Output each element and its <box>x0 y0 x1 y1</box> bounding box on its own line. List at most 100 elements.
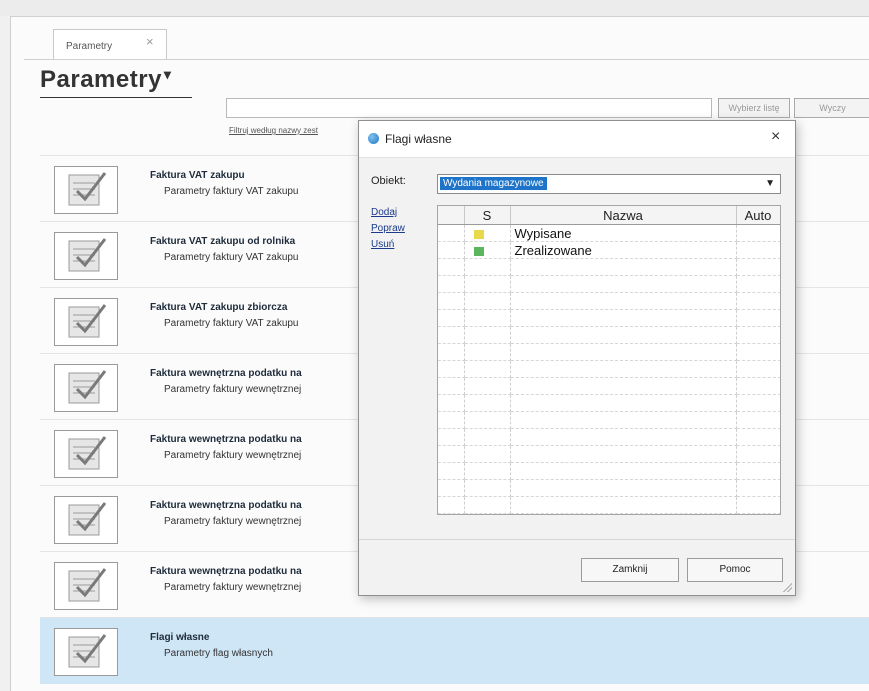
list-item[interactable]: Flagi własne Parametry flag własnych <box>40 618 869 684</box>
list-item-title: Faktura wewnętrzna podatku na <box>150 368 302 379</box>
empty-cell <box>510 309 737 327</box>
dropdown-arrow-icon[interactable]: ▼ <box>765 178 775 189</box>
add-link[interactable]: Dodaj <box>371 207 397 218</box>
list-item-title: Flagi własne <box>150 632 210 643</box>
table-row[interactable] <box>438 258 780 276</box>
flagi-dialog: Flagi własne × Obiekt: Wydania magazynow… <box>358 120 796 596</box>
select-list-button[interactable]: Wybierz listę <box>718 98 790 118</box>
empty-cell <box>464 445 511 463</box>
app-icon <box>368 133 379 144</box>
row-selector[interactable] <box>438 394 465 412</box>
tab-close-icon[interactable]: × <box>146 34 154 49</box>
flag-auto[interactable] <box>736 224 780 242</box>
row-selector[interactable] <box>438 360 465 378</box>
empty-cell <box>464 275 511 293</box>
empty-cell <box>510 462 737 480</box>
left-frame <box>0 16 11 691</box>
row-selector[interactable] <box>438 428 465 446</box>
row-selector[interactable] <box>438 224 465 242</box>
table-row[interactable] <box>438 275 780 293</box>
empty-cell <box>736 258 780 276</box>
list-item-desc: Parametry faktury wewnętrznej <box>164 516 302 527</box>
table-row[interactable] <box>438 445 780 463</box>
flag-auto[interactable] <box>736 241 780 259</box>
dialog-footer-divider <box>359 539 795 540</box>
close-button[interactable]: Zamknij <box>581 558 679 582</box>
page-title[interactable]: Parametry ▾ <box>40 66 171 94</box>
empty-cell <box>736 309 780 327</box>
empty-cell <box>736 292 780 310</box>
table-row[interactable]: Zrealizowane <box>438 241 780 259</box>
tab-parametry[interactable]: Parametry × <box>53 29 167 60</box>
object-select[interactable]: Wydania magazynowe ▼ <box>437 174 781 194</box>
header-auto[interactable]: Auto <box>736 206 780 225</box>
header-name[interactable]: Nazwa <box>510 206 737 225</box>
empty-cell <box>464 309 511 327</box>
resize-grip-icon[interactable] <box>782 582 792 592</box>
delete-link[interactable]: Usuń <box>371 239 394 250</box>
list-item-desc: Parametry faktury wewnętrznej <box>164 384 302 395</box>
list-item-title: Faktura VAT zakupu zbiorcza <box>150 302 288 313</box>
row-selector[interactable] <box>438 292 465 310</box>
row-selector[interactable] <box>438 496 465 514</box>
empty-cell <box>736 377 780 395</box>
filter-input[interactable] <box>226 98 712 118</box>
page-title-text: Parametry <box>40 66 162 93</box>
table-row[interactable]: Wypisane <box>438 224 780 242</box>
row-selector[interactable] <box>438 309 465 327</box>
row-selector[interactable] <box>438 462 465 480</box>
row-selector[interactable] <box>438 377 465 395</box>
list-item-desc: Parametry faktury wewnętrznej <box>164 450 302 461</box>
header-s[interactable]: S <box>464 206 511 225</box>
table-row[interactable] <box>438 343 780 361</box>
header-selector <box>438 206 465 225</box>
chevron-down-icon[interactable]: ▾ <box>164 66 172 82</box>
row-selector[interactable] <box>438 326 465 344</box>
table-row[interactable] <box>438 360 780 378</box>
list-item-desc: Parametry flag własnych <box>164 648 273 659</box>
document-check-icon <box>54 496 118 544</box>
empty-cell <box>736 479 780 497</box>
table-row[interactable] <box>438 326 780 344</box>
document-check-icon <box>54 430 118 478</box>
clear-button[interactable]: Wyczy <box>794 98 869 118</box>
empty-cell <box>464 462 511 480</box>
row-selector[interactable] <box>438 343 465 361</box>
table-row[interactable] <box>438 479 780 497</box>
help-button[interactable]: Pomoc <box>687 558 783 582</box>
table-row[interactable] <box>438 411 780 429</box>
row-selector[interactable] <box>438 258 465 276</box>
table-row[interactable] <box>438 377 780 395</box>
empty-cell <box>510 445 737 463</box>
empty-cell <box>736 343 780 361</box>
table-row[interactable] <box>438 496 780 514</box>
empty-cell <box>736 428 780 446</box>
empty-cell <box>464 343 511 361</box>
empty-cell <box>464 258 511 276</box>
row-selector[interactable] <box>438 411 465 429</box>
table-row[interactable] <box>438 462 780 480</box>
table-row[interactable] <box>438 428 780 446</box>
document-check-icon <box>54 166 118 214</box>
filter-hint[interactable]: Filtruj według nazwy zest <box>229 126 318 135</box>
row-selector[interactable] <box>438 445 465 463</box>
flag-icon <box>464 241 511 259</box>
table-row[interactable] <box>438 309 780 327</box>
table-row[interactable] <box>438 394 780 412</box>
row-selector[interactable] <box>438 479 465 497</box>
document-check-icon <box>54 364 118 412</box>
flag-name: Wypisane <box>510 224 737 242</box>
flags-grid[interactable]: S Nazwa Auto Wypisane Zrealizowane <box>437 205 781 515</box>
row-selector[interactable] <box>438 275 465 293</box>
object-label: Obiekt: <box>371 175 406 187</box>
close-icon[interactable]: × <box>771 128 780 146</box>
list-item-desc: Parametry faktury VAT zakupu <box>164 186 299 197</box>
table-row[interactable] <box>438 292 780 310</box>
dialog-titlebar[interactable]: Flagi własne × <box>359 121 795 158</box>
empty-cell <box>510 411 737 429</box>
empty-cell <box>510 479 737 497</box>
edit-link[interactable]: Popraw <box>371 223 405 234</box>
empty-cell <box>464 360 511 378</box>
empty-cell <box>736 275 780 293</box>
row-selector[interactable] <box>438 241 465 259</box>
